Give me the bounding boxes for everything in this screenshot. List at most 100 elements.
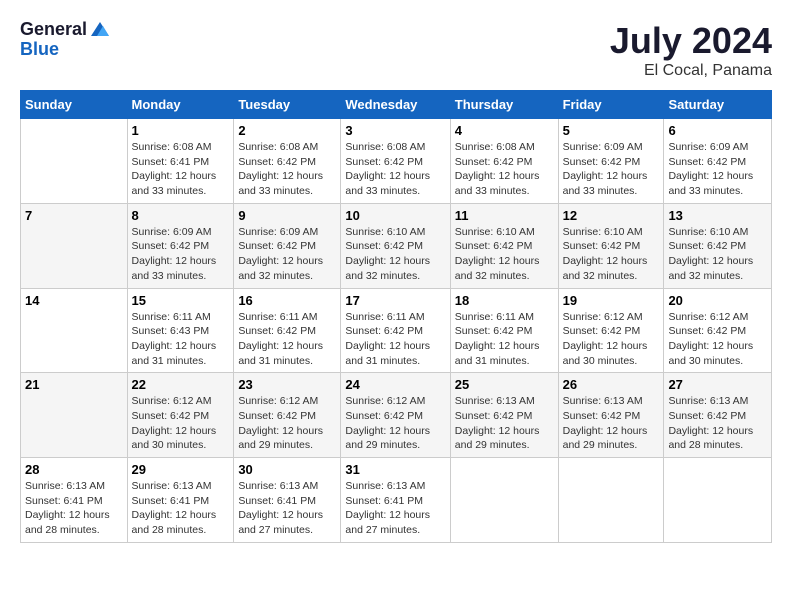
calendar-cell: 4 Sunrise: 6:08 AM Sunset: 6:42 PM Daylig… (450, 119, 558, 204)
calendar-cell: 21 (21, 373, 128, 458)
day-info: Sunrise: 6:10 AM Sunset: 6:42 PM Dayligh… (455, 225, 554, 284)
day-number: 31 (345, 462, 445, 477)
day-info: Sunrise: 6:11 AM Sunset: 6:42 PM Dayligh… (455, 310, 554, 369)
day-number: 19 (563, 293, 660, 308)
calendar-cell: 27 Sunrise: 6:13 AM Sunset: 6:42 PM Dayli… (664, 373, 772, 458)
calendar-cell: 28 Sunrise: 6:13 AM Sunset: 6:41 PM Dayli… (21, 458, 128, 543)
calendar-cell: 11 Sunrise: 6:10 AM Sunset: 6:42 PM Dayli… (450, 203, 558, 288)
day-info: Sunrise: 6:12 AM Sunset: 6:42 PM Dayligh… (668, 310, 767, 369)
day-number: 9 (238, 208, 336, 223)
logo-blue: Blue (20, 40, 111, 60)
day-info: Sunrise: 6:11 AM Sunset: 6:42 PM Dayligh… (345, 310, 445, 369)
calendar-header-row: SundayMondayTuesdayWednesdayThursdayFrid… (21, 91, 772, 119)
day-number: 4 (455, 123, 554, 138)
day-number: 21 (25, 377, 123, 392)
header-thursday: Thursday (450, 91, 558, 119)
day-info: Sunrise: 6:13 AM Sunset: 6:42 PM Dayligh… (668, 394, 767, 453)
calendar-cell: 18 Sunrise: 6:11 AM Sunset: 6:42 PM Dayli… (450, 288, 558, 373)
header-wednesday: Wednesday (341, 91, 450, 119)
calendar-week-2: 78Sunrise: 6:09 AM Sunset: 6:42 PM Dayli… (21, 203, 772, 288)
day-number: 16 (238, 293, 336, 308)
day-number: 1 (132, 123, 230, 138)
day-number: 5 (563, 123, 660, 138)
calendar-cell: 24Sunrise: 6:12 AM Sunset: 6:42 PM Dayli… (341, 373, 450, 458)
calendar-cell: 19Sunrise: 6:12 AM Sunset: 6:42 PM Dayli… (558, 288, 664, 373)
day-number: 3 (345, 123, 445, 138)
day-number: 27 (668, 377, 767, 392)
day-info: Sunrise: 6:08 AM Sunset: 6:41 PM Dayligh… (132, 140, 230, 199)
logo-text: General Blue (20, 20, 111, 60)
calendar-week-1: 1 Sunrise: 6:08 AM Sunset: 6:41 PM Daylig… (21, 119, 772, 204)
calendar-week-3: 14 15 Sunrise: 6:11 AM Sunset: 6:43 PM Day… (21, 288, 772, 373)
header-friday: Friday (558, 91, 664, 119)
calendar-cell: 17 Sunrise: 6:11 AM Sunset: 6:42 PM Dayli… (341, 288, 450, 373)
header-saturday: Saturday (664, 91, 772, 119)
header-monday: Monday (127, 91, 234, 119)
calendar-cell: 5 Sunrise: 6:09 AM Sunset: 6:42 PM Daylig… (558, 119, 664, 204)
calendar-cell: 29 Sunrise: 6:13 AM Sunset: 6:41 PM Dayli… (127, 458, 234, 543)
header-tuesday: Tuesday (234, 91, 341, 119)
day-number: 24 (345, 377, 445, 392)
calendar-cell: 30 Sunrise: 6:13 AM Sunset: 6:41 PM Dayli… (234, 458, 341, 543)
day-info: Sunrise: 6:10 AM Sunset: 6:42 PM Dayligh… (345, 225, 445, 284)
day-number: 12 (563, 208, 660, 223)
day-info: Sunrise: 6:09 AM Sunset: 6:42 PM Dayligh… (563, 140, 660, 199)
day-number: 6 (668, 123, 767, 138)
day-number: 29 (132, 462, 230, 477)
day-info: Sunrise: 6:13 AM Sunset: 6:42 PM Dayligh… (455, 394, 554, 453)
day-number: 10 (345, 208, 445, 223)
day-info: Sunrise: 6:08 AM Sunset: 6:42 PM Dayligh… (345, 140, 445, 199)
day-info: Sunrise: 6:08 AM Sunset: 6:42 PM Dayligh… (455, 140, 554, 199)
day-info: Sunrise: 6:09 AM Sunset: 6:42 PM Dayligh… (668, 140, 767, 199)
day-number: 28 (25, 462, 123, 477)
day-info: Sunrise: 6:13 AM Sunset: 6:41 PM Dayligh… (25, 479, 123, 538)
day-number: 30 (238, 462, 336, 477)
day-info: Sunrise: 6:10 AM Sunset: 6:42 PM Dayligh… (668, 225, 767, 284)
calendar-cell: 23 Sunrise: 6:12 AM Sunset: 6:42 PM Dayli… (234, 373, 341, 458)
day-info: Sunrise: 6:11 AM Sunset: 6:43 PM Dayligh… (132, 310, 230, 369)
day-info: Sunrise: 6:13 AM Sunset: 6:41 PM Dayligh… (238, 479, 336, 538)
day-number: 23 (238, 377, 336, 392)
title-section: July 2024 El Cocal, Panama (610, 20, 772, 80)
calendar-table: SundayMondayTuesdayWednesdayThursdayFrid… (20, 90, 772, 543)
main-title: July 2024 (610, 20, 772, 62)
day-number: 26 (563, 377, 660, 392)
day-number: 2 (238, 123, 336, 138)
day-number: 25 (455, 377, 554, 392)
calendar-cell: 9Sunrise: 6:09 AM Sunset: 6:42 PM Daylig… (234, 203, 341, 288)
page-header: General Blue July 2024 El Cocal, Panama (20, 20, 772, 80)
calendar-week-4: 21 22 Sunrise: 6:12 AM Sunset: 6:42 PM Day… (21, 373, 772, 458)
calendar-cell (664, 458, 772, 543)
calendar-cell: 10 Sunrise: 6:10 AM Sunset: 6:42 PM Dayli… (341, 203, 450, 288)
calendar-week-5: 28 Sunrise: 6:13 AM Sunset: 6:41 PM Dayli… (21, 458, 772, 543)
calendar-cell: 12 Sunrise: 6:10 AM Sunset: 6:42 PM Dayli… (558, 203, 664, 288)
calendar-cell: 3 Sunrise: 6:08 AM Sunset: 6:42 PM Daylig… (341, 119, 450, 204)
subtitle: El Cocal, Panama (610, 62, 772, 80)
day-info: Sunrise: 6:12 AM Sunset: 6:42 PM Dayligh… (132, 394, 230, 453)
day-info: Sunrise: 6:13 AM Sunset: 6:41 PM Dayligh… (132, 479, 230, 538)
day-info: Sunrise: 6:12 AM Sunset: 6:42 PM Dayligh… (238, 394, 336, 453)
calendar-cell: 1 Sunrise: 6:08 AM Sunset: 6:41 PM Daylig… (127, 119, 234, 204)
calendar-cell: 16 Sunrise: 6:11 AM Sunset: 6:42 PM Dayli… (234, 288, 341, 373)
day-info: Sunrise: 6:10 AM Sunset: 6:42 PM Dayligh… (563, 225, 660, 284)
day-number: 14 (25, 293, 123, 308)
day-info: Sunrise: 6:11 AM Sunset: 6:42 PM Dayligh… (238, 310, 336, 369)
day-number: 11 (455, 208, 554, 223)
day-info: Sunrise: 6:13 AM Sunset: 6:42 PM Dayligh… (563, 394, 660, 453)
calendar-cell: 14 (21, 288, 128, 373)
day-number: 18 (455, 293, 554, 308)
calendar-cell (558, 458, 664, 543)
calendar-cell: 8Sunrise: 6:09 AM Sunset: 6:42 PM Daylig… (127, 203, 234, 288)
calendar-cell: 22 Sunrise: 6:12 AM Sunset: 6:42 PM Dayli… (127, 373, 234, 458)
calendar-cell (21, 119, 128, 204)
logo-icon (89, 20, 111, 38)
day-info: Sunrise: 6:13 AM Sunset: 6:41 PM Dayligh… (345, 479, 445, 538)
day-number: 22 (132, 377, 230, 392)
day-number: 15 (132, 293, 230, 308)
logo-general: General (20, 20, 87, 40)
calendar-cell (450, 458, 558, 543)
day-number: 8 (132, 208, 230, 223)
calendar-cell: 2Sunrise: 6:08 AM Sunset: 6:42 PM Daylig… (234, 119, 341, 204)
calendar-cell: 31 Sunrise: 6:13 AM Sunset: 6:41 PM Dayli… (341, 458, 450, 543)
day-number: 17 (345, 293, 445, 308)
